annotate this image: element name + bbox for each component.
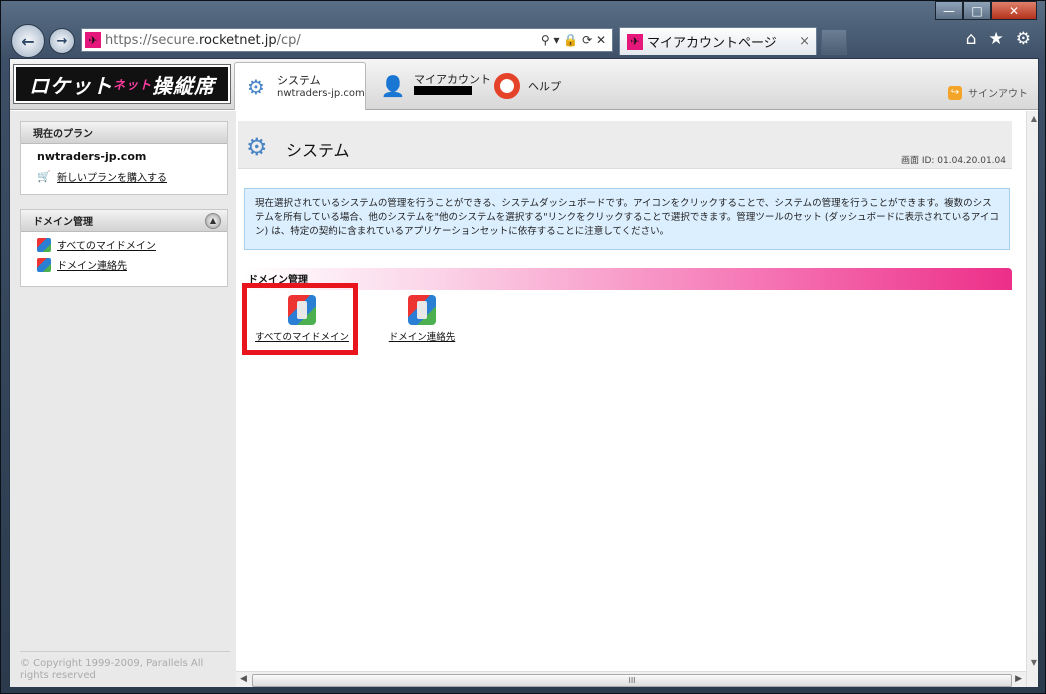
- domain-management-title: ドメイン管理: [33, 217, 93, 228]
- system-title-gear-icon: ⚙: [246, 133, 268, 161]
- info-message: 現在選択されているシステムの管理を行うことができる、システムダッシュボードです。…: [244, 188, 1010, 250]
- red-highlight-box: [242, 283, 358, 355]
- domain-contact-icon: [37, 257, 51, 272]
- signout-icon: ↪: [948, 85, 962, 100]
- logo-text: ロケット: [28, 73, 113, 98]
- url-prefix: https://secure.: [105, 32, 199, 48]
- tab-help[interactable]: ヘルプ: [492, 62, 561, 110]
- site-favicon-icon: ✈: [85, 32, 101, 48]
- settings-gear-icon[interactable]: ⚙: [1016, 29, 1031, 49]
- back-button[interactable]: ←: [11, 24, 45, 58]
- tab-favicon-icon: ✈: [627, 33, 643, 50]
- dashboard-item-domain-contacts[interactable]: ドメイン連絡先: [372, 291, 472, 343]
- tab-title: マイアカウントページ: [647, 36, 777, 51]
- address-bar[interactable]: ✈ https://secure.rocketnet.jp/cp/ ⚲ ▾ 🔒 …: [81, 28, 613, 52]
- scroll-right-arrow-icon[interactable]: ▶: [1015, 674, 1022, 684]
- domain-icon: [37, 237, 51, 252]
- plan-domain: nwtraders-jp.com: [37, 150, 147, 163]
- window-controls: — □ ✕: [935, 1, 1037, 20]
- url-host: rocketnet.jp: [198, 32, 277, 48]
- url-text[interactable]: https://secure.rocketnet.jp/cp/: [105, 33, 541, 48]
- forward-button[interactable]: →: [49, 28, 75, 54]
- sidebar-item-domain-contacts[interactable]: ドメイン連絡先: [21, 252, 227, 272]
- new-tab-button[interactable]: [821, 29, 847, 55]
- sidebar-item-all-domains[interactable]: すべてのマイドメイン: [21, 232, 227, 252]
- domain-contacts-icon[interactable]: [408, 295, 436, 325]
- domain-contacts-dashboard-link[interactable]: ドメイン連絡先: [389, 329, 456, 343]
- domain-management-panel: ドメイン管理 ▲ すべてのマイドメイン ドメイン連絡先: [20, 209, 228, 287]
- tab-close-icon[interactable]: ×: [799, 34, 816, 49]
- tab-system-label: システム: [277, 73, 321, 87]
- vertical-scrollbar[interactable]: ▲ ▼: [1026, 111, 1038, 687]
- current-plan-heading: 現在のプラン: [21, 122, 227, 144]
- shopping-cart-icon: 🛒: [37, 170, 51, 183]
- signout-link[interactable]: ↪ サインアウト: [948, 85, 1028, 100]
- browser-tab-active[interactable]: ✈ マイアカウントページ ×: [619, 27, 817, 55]
- maximize-button[interactable]: □: [963, 1, 991, 20]
- tab-system-domain: nwtraders-jp.com: [277, 87, 365, 99]
- scroll-up-arrow-icon[interactable]: ▲: [1027, 111, 1038, 125]
- tab-help-label: ヘルプ: [528, 79, 561, 93]
- domain-contacts-link[interactable]: ドメイン連絡先: [57, 257, 127, 272]
- minimize-button[interactable]: —: [935, 1, 963, 20]
- page-title: システム: [286, 141, 350, 160]
- home-icon[interactable]: ⌂: [966, 29, 977, 49]
- copyright-text: © Copyright 1999-2009, Parallels All rig…: [20, 651, 230, 682]
- horizontal-scroll-thumb[interactable]: III: [252, 674, 1012, 687]
- logo-suffix: 操縦席: [152, 73, 215, 98]
- scroll-left-arrow-icon[interactable]: ◀: [240, 674, 247, 684]
- domain-management-section-header: ドメイン管理: [244, 268, 1012, 290]
- redacted-username: [414, 86, 472, 95]
- address-bar-icons[interactable]: ⚲ ▾ 🔒 ⟳ ✕: [541, 33, 612, 47]
- user-account-icon: 👤: [380, 74, 406, 98]
- screen-id: 画面 ID: 01.04.20.01.04: [900, 156, 1006, 166]
- main-content: ⚙ システム 画面 ID: 01.04.20.01.04 現在選択されているシス…: [236, 111, 1038, 687]
- buy-new-plan-link[interactable]: 新しいプランを購入する: [57, 169, 167, 184]
- page-title-bar: ⚙ システム 画面 ID: 01.04.20.01.04: [238, 121, 1012, 169]
- url-path: /cp/: [276, 32, 301, 48]
- buy-plan-item[interactable]: 🛒 新しいプランを購入する: [21, 163, 227, 184]
- favorites-star-icon[interactable]: ★: [989, 29, 1004, 49]
- page-viewport: ロケット ネット 操縦席 ⚙ システム nwtraders-jp.com 👤 マイア…: [9, 58, 1039, 688]
- signout-label: サインアウト: [968, 89, 1028, 100]
- horizontal-scrollbar[interactable]: ◀ III ▶: [236, 671, 1026, 687]
- help-lifering-icon: [492, 72, 522, 100]
- all-my-domains-link[interactable]: すべてのマイドメイン: [57, 237, 156, 252]
- domain-management-heading: ドメイン管理 ▲: [21, 210, 227, 232]
- system-gear-icon: ⚙: [247, 74, 265, 99]
- close-window-button[interactable]: ✕: [991, 1, 1037, 20]
- browser-tools: ⌂ ★ ⚙: [966, 29, 1031, 49]
- site-logo[interactable]: ロケット ネット 操縦席: [14, 65, 230, 103]
- logo-accent: ネット: [112, 77, 152, 92]
- collapse-chevron-up-icon[interactable]: ▲: [205, 212, 221, 229]
- navigation-bar: ← → ✈ https://secure.rocketnet.jp/cp/ ⚲ …: [1, 23, 1045, 58]
- current-plan-panel: 現在のプラン nwtraders-jp.com 🛒 新しいプランを購入する: [20, 121, 228, 195]
- scroll-down-arrow-icon[interactable]: ▼: [1027, 655, 1038, 669]
- browser-window: — □ ✕ ← → ✈ https://secure.rocketnet.jp/…: [0, 0, 1046, 694]
- tab-account-label: マイアカウント: [414, 73, 491, 86]
- sidebar: 現在のプラン nwtraders-jp.com 🛒 新しいプランを購入する ドメ…: [10, 111, 236, 687]
- tab-my-account[interactable]: 👤 マイアカウント: [378, 62, 491, 110]
- app-header: ロケット ネット 操縦席 ⚙ システム nwtraders-jp.com 👤 マイア…: [10, 59, 1038, 110]
- tab-system[interactable]: ⚙ システム nwtraders-jp.com: [234, 62, 366, 110]
